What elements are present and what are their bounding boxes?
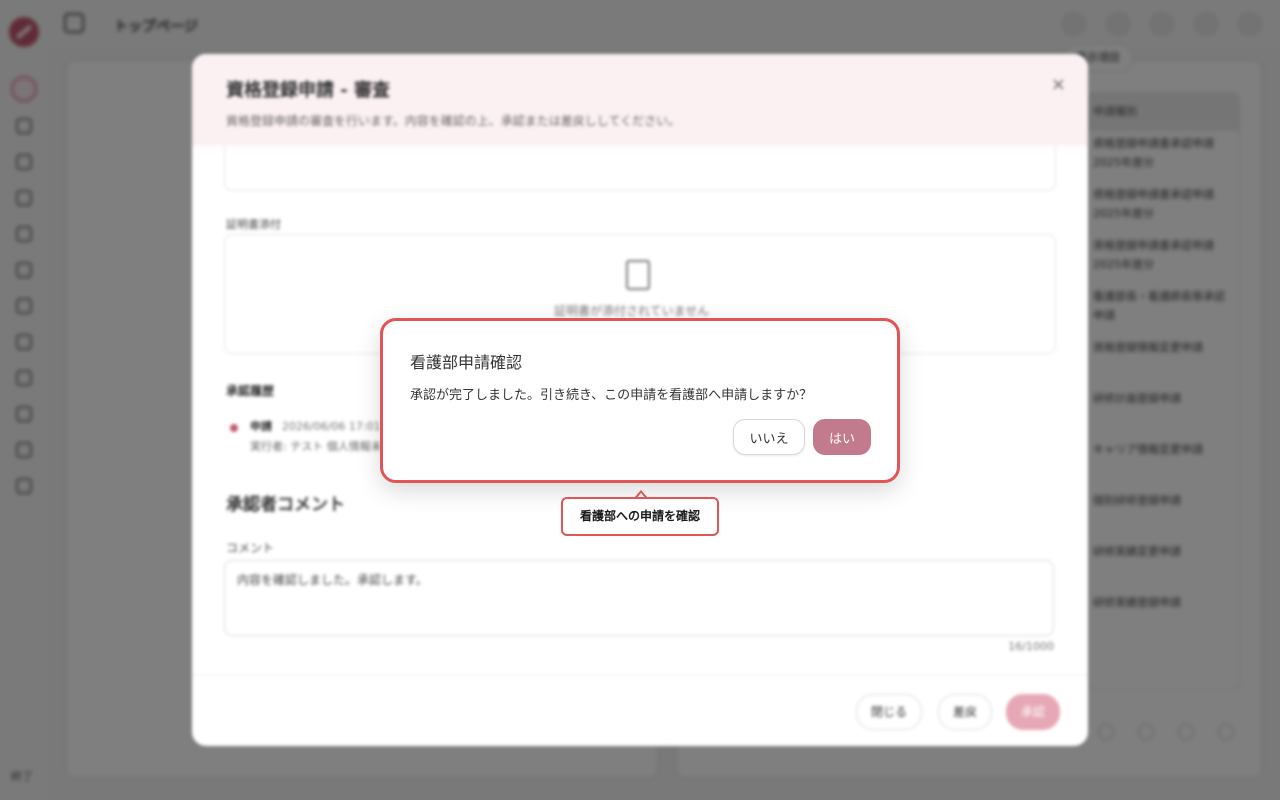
attachment-label: 証明書添付	[226, 218, 281, 231]
modal-subtitle: 資格登録申請の審査を行います。内容を確認の上、承認または差戻ししてください。	[226, 114, 681, 128]
comment-label: コメント	[226, 541, 275, 555]
history-entry: 申請 2026/06/06 17:01	[250, 418, 381, 434]
history-title: 承認履歴	[226, 384, 275, 398]
history-status: 申請	[250, 420, 272, 433]
close-button[interactable]: 閉じる	[856, 694, 923, 730]
char-count: 16/1000	[1008, 640, 1054, 653]
history-date: 2026/06/06 17:01	[282, 420, 381, 433]
reject-button[interactable]: 差戻	[938, 694, 993, 730]
approve-button[interactable]: 承認	[1006, 694, 1061, 730]
comment-textarea[interactable]: 内容を確認しました。承認します。	[224, 560, 1054, 636]
field-box	[224, 146, 1056, 191]
yes-button[interactable]: はい	[813, 419, 871, 455]
tooltip: 看護部への申請を確認	[561, 497, 719, 536]
close-icon[interactable]: ×	[1051, 74, 1066, 95]
comment-section-title: 承認者コメント	[226, 495, 345, 515]
confirm-title: 看護部申請確認	[410, 353, 523, 372]
history-dot-icon	[230, 424, 238, 432]
modal-title: 資格登録申請 - 審査	[226, 80, 391, 101]
confirm-dialog: 看護部申請確認 承認が完了しました。引き続き、この申請を看護部へ申請しますか？ …	[380, 318, 900, 483]
attachment-empty-text: 証明書が添付されていません	[554, 304, 710, 318]
file-icon	[626, 260, 650, 290]
no-button[interactable]: いいえ	[733, 419, 805, 455]
confirm-message: 承認が完了しました。引き続き、この申請を看護部へ申請しますか？	[410, 388, 813, 403]
